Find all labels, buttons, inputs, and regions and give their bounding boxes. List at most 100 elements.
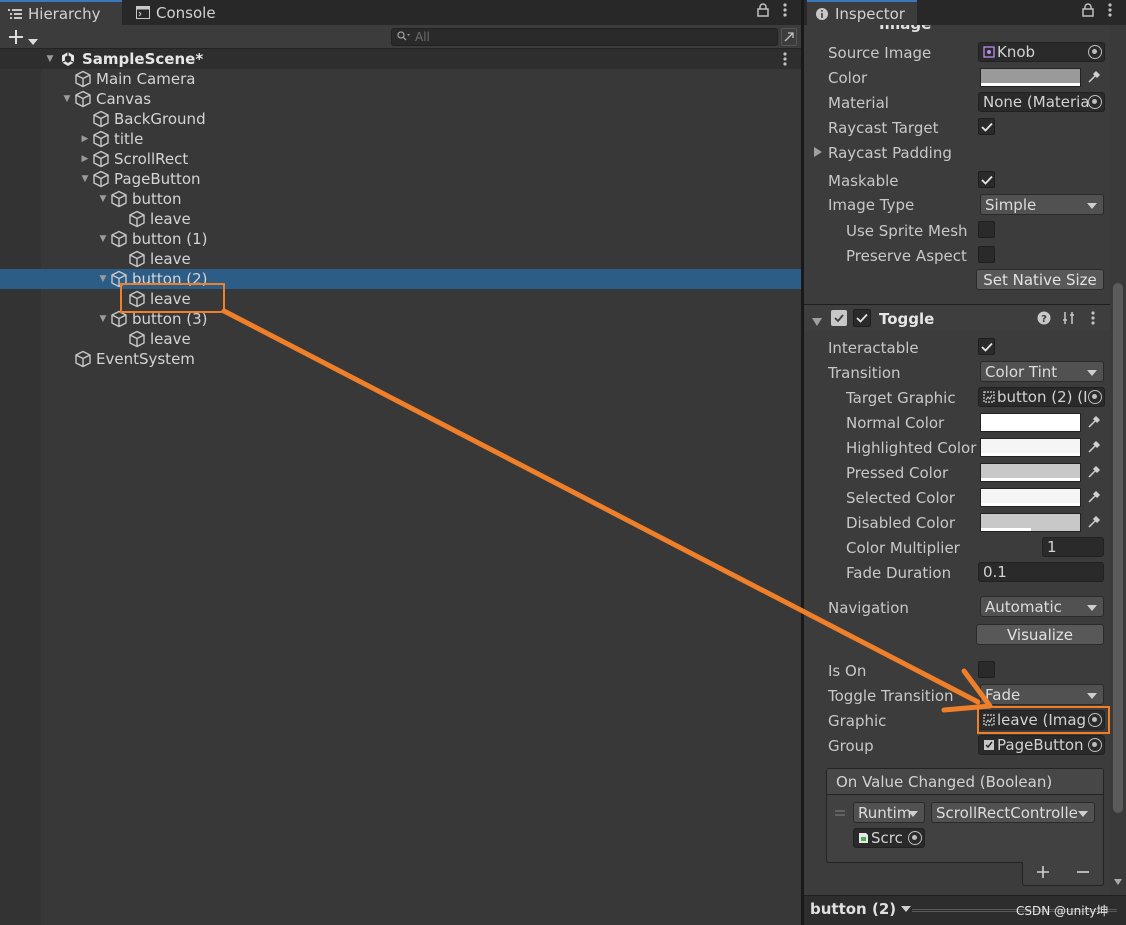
object-picker-icon[interactable] [1088, 45, 1102, 59]
expand-arrow-icon[interactable]: ▼ [78, 172, 92, 186]
expand-arrow-icon[interactable]: ▼ [96, 312, 110, 326]
fade-duration-input[interactable]: 0.1 [978, 562, 1104, 582]
set-native-size-button[interactable]: Set Native Size [976, 269, 1104, 290]
eyedropper-icon[interactable] [1086, 464, 1102, 480]
toggle-component-header[interactable]: Toggle ? [804, 304, 1110, 331]
collapse-arrow-icon[interactable]: ▶ [78, 132, 92, 146]
expand-arrow-icon[interactable]: ▼ [96, 232, 110, 246]
hierarchy-item[interactable]: leave [0, 209, 801, 229]
object-picker-icon[interactable] [1088, 738, 1102, 752]
preserve-aspect-checkbox[interactable] [978, 246, 995, 263]
hierarchy-item[interactable]: ▼ button (1) [0, 229, 801, 249]
eyedropper-icon[interactable] [1086, 489, 1102, 505]
graphic-field[interactable]: leave (Imag [978, 710, 1105, 730]
scene-row[interactable]: ▼ SampleScene* [0, 49, 801, 69]
eyedropper-icon[interactable] [1086, 69, 1102, 85]
toggle-transition-dropdown[interactable]: Fade [980, 684, 1104, 705]
lock-icon[interactable] [1082, 3, 1094, 21]
eyedropper-icon[interactable] [1086, 514, 1102, 530]
tab-console[interactable]: Console [128, 0, 226, 25]
hierarchy-search-input[interactable]: All [391, 28, 778, 46]
raycast-target-checkbox[interactable] [978, 118, 995, 135]
disabled-color-swatch[interactable] [980, 513, 1081, 532]
hierarchy-item[interactable]: ▶ ScrollRect [0, 149, 801, 169]
selected-color-swatch[interactable] [980, 488, 1081, 507]
hierarchy-item[interactable]: ▼ PageButton [0, 169, 801, 189]
kebab-menu-icon[interactable] [1108, 3, 1112, 21]
checkmark-icon [980, 175, 993, 185]
object-picker-icon[interactable] [1088, 713, 1102, 727]
function-dropdown[interactable]: ScrollRectControlle [931, 802, 1095, 823]
help-icon[interactable]: ? [1037, 311, 1051, 329]
is-on-checkbox[interactable] [978, 661, 995, 678]
hierarchy-item[interactable]: ▼ button (2) [0, 269, 801, 289]
color-swatch[interactable] [980, 68, 1081, 87]
transition-dropdown[interactable]: Color Tint [980, 361, 1104, 382]
gameobject-icon [92, 150, 110, 168]
target-graphic-label: Target Graphic [846, 389, 956, 407]
event-object-field[interactable]: Scrc [853, 828, 925, 848]
interactable-checkbox[interactable] [978, 338, 995, 355]
scene-kebab-icon[interactable] [783, 52, 787, 70]
target-graphic-field[interactable]: button (2) (I [978, 387, 1105, 407]
source-image-field[interactable]: Knob [978, 42, 1105, 62]
preview-object-selector[interactable]: button (2) [810, 900, 912, 918]
collapse-arrow-icon[interactable]: ▶ [78, 152, 92, 166]
object-picker-icon[interactable] [908, 831, 922, 845]
maskable-checkbox[interactable] [978, 171, 995, 188]
add-listener-icon[interactable] [1037, 865, 1049, 882]
runtime-dropdown[interactable]: Runtim [853, 802, 925, 823]
tab-hierarchy[interactable]: Hierarchy [0, 0, 122, 25]
prop-raycast-padding[interactable]: Raycast Padding [804, 142, 1110, 164]
source-image-label: Source Image [828, 44, 932, 62]
lock-icon[interactable] [757, 3, 769, 21]
foldout-open-icon[interactable] [812, 314, 822, 330]
normal-color-swatch[interactable] [980, 413, 1081, 432]
hierarchy-item[interactable]: leave [0, 249, 801, 269]
expand-arrow-icon[interactable]: ▼ [96, 192, 110, 206]
hierarchy-item-label: Canvas [96, 90, 152, 108]
color-multiplier-input[interactable]: 1 [1042, 537, 1104, 557]
drag-handle-icon[interactable] [835, 805, 845, 819]
hierarchy-item[interactable]: ▼ Canvas [0, 89, 801, 109]
highlighted-color-swatch[interactable] [980, 438, 1081, 457]
image-component-header[interactable]: Image [804, 25, 1110, 33]
eyedropper-icon[interactable] [1086, 439, 1102, 455]
hierarchy-item[interactable]: EventSystem [0, 349, 801, 369]
hierarchy-item-label: ScrollRect [114, 150, 189, 168]
expand-arrow-icon[interactable]: ▼ [96, 272, 110, 286]
eyedropper-icon[interactable] [1086, 414, 1102, 430]
arrow-spacer [60, 352, 74, 366]
scroll-down-icon[interactable] [1114, 873, 1122, 889]
material-field[interactable]: None (Materia [978, 92, 1105, 112]
hierarchy-item[interactable]: BackGround [0, 109, 801, 129]
expand-arrow-icon[interactable]: ▼ [60, 92, 74, 106]
scrollbar-thumb[interactable] [1113, 283, 1123, 813]
dropdown-caret-icon [908, 811, 918, 817]
hierarchy-item[interactable]: leave [0, 289, 801, 309]
use-sprite-mesh-checkbox[interactable] [978, 221, 995, 238]
image-type-dropdown[interactable]: Simple [980, 194, 1104, 215]
hierarchy-item[interactable]: ▼ button [0, 189, 801, 209]
navigation-dropdown[interactable]: Automatic [980, 596, 1104, 617]
visualize-button[interactable]: Visualize [976, 624, 1104, 645]
toggle-enabled-checkbox[interactable] [853, 309, 871, 327]
hierarchy-item[interactable]: leave [0, 329, 801, 349]
kebab-menu-icon[interactable] [783, 3, 787, 21]
tab-inspector[interactable]: Inspector [807, 0, 917, 25]
hierarchy-item[interactable]: ▶ title [0, 129, 801, 149]
inspector-scrollbar[interactable] [1110, 25, 1126, 895]
component-kebab-icon[interactable] [1091, 311, 1095, 329]
create-button[interactable] [8, 26, 38, 50]
foldout-arrow-icon[interactable] [814, 145, 822, 161]
hierarchy-item[interactable]: ▼ button (3) [0, 309, 801, 329]
group-field[interactable]: PageButton [978, 735, 1105, 755]
expand-arrow-icon[interactable]: ▼ [43, 52, 57, 66]
object-picker-icon[interactable] [1088, 95, 1102, 109]
pressed-color-swatch[interactable] [980, 463, 1081, 482]
hierarchy-item[interactable]: Main Camera [0, 69, 801, 89]
presets-icon[interactable] [1062, 311, 1076, 329]
search-options-button[interactable] [781, 28, 797, 46]
remove-listener-icon[interactable] [1077, 866, 1089, 882]
object-picker-icon[interactable] [1088, 390, 1102, 404]
